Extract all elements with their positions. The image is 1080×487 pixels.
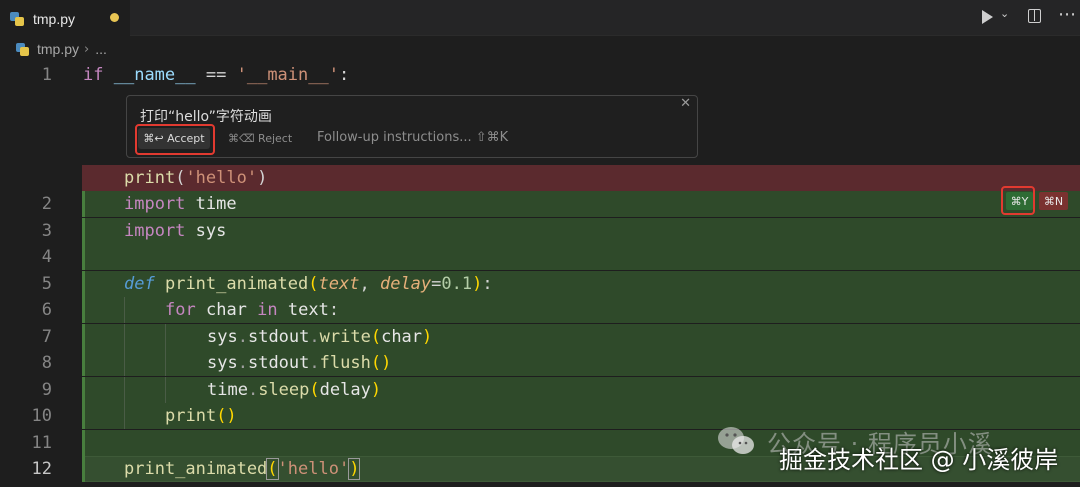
- watermark-line-2: 掘金技术社区 @ 小溪彼岸: [779, 446, 1059, 474]
- line-number: 1: [41, 65, 52, 85]
- line-number: 10: [31, 406, 52, 426]
- line-number: 2: [41, 194, 52, 214]
- split-editor-icon[interactable]: [1028, 9, 1041, 23]
- reject-diff-badge[interactable]: ⌘N: [1039, 192, 1068, 210]
- added-code-line[interactable]: 9 time.sleep(delay): [0, 377, 1080, 403]
- added-code-line[interactable]: 6 for char in text:: [0, 297, 1080, 323]
- line-number: 9: [41, 380, 52, 400]
- chevron-down-icon[interactable]: ⌄: [1000, 7, 1009, 20]
- accept-button[interactable]: ⌘↩ Accept: [135, 124, 215, 155]
- line-number: 11: [31, 433, 52, 453]
- unsaved-dot-icon[interactable]: [110, 13, 119, 22]
- accept-diff-badge[interactable]: ⌘Y: [1006, 192, 1033, 210]
- line-number: 4: [41, 247, 52, 267]
- added-code-line[interactable]: 8 sys.stdout.flush(): [0, 350, 1080, 376]
- breadcrumb-file[interactable]: tmp.py: [37, 41, 79, 57]
- line-number: 7: [41, 327, 52, 347]
- reject-button[interactable]: ⌘⌫ Reject: [228, 132, 292, 145]
- line-number: 12: [31, 459, 52, 479]
- python-file-icon: [16, 42, 29, 56]
- more-actions-icon[interactable]: ⋯: [1058, 4, 1076, 25]
- added-code-line[interactable]: 7 sys.stdout.write(char): [0, 324, 1080, 350]
- editor-tab-bar: tmp.py ⌄ ⋯: [0, 0, 1080, 36]
- accept-highlight-box: [135, 124, 215, 155]
- tab-tmp-py[interactable]: tmp.py: [0, 0, 130, 36]
- added-code-line[interactable]: 4: [0, 244, 1080, 270]
- python-file-icon: [10, 11, 24, 26]
- tab-label: tmp.py: [33, 10, 76, 27]
- wechat-logo-icon: [718, 427, 754, 454]
- line-number: 3: [41, 221, 52, 241]
- chat-prompt-text: 打印“hello”字符动画: [140, 109, 272, 125]
- line-number: 8: [41, 353, 52, 373]
- breadcrumb-more[interactable]: ...: [95, 41, 107, 57]
- line-number: 5: [41, 274, 52, 294]
- close-icon[interactable]: ✕: [680, 96, 691, 111]
- code-line[interactable]: 1 if __name__ == '__main__':: [0, 62, 1080, 88]
- chevron-right-icon: ›: [84, 41, 90, 57]
- added-code-line[interactable]: 3 import sys: [0, 218, 1080, 244]
- run-icon[interactable]: [982, 10, 993, 24]
- added-code-line[interactable]: 5 def print_animated(text, delay=0.1):: [0, 271, 1080, 297]
- breadcrumb: tmp.py › ...: [0, 36, 1080, 62]
- inline-chat-widget: 打印“hello”字符动画 ✕ ⌘↩ Accept ⌘⌫ Reject Foll…: [126, 95, 698, 158]
- line-number: 6: [41, 300, 52, 320]
- removed-code-line[interactable]: print('hello'): [0, 165, 1080, 191]
- added-code-line[interactable]: 2 import time: [0, 191, 1080, 217]
- followup-input[interactable]: Follow-up instructions... ⇧⌘K: [317, 130, 508, 145]
